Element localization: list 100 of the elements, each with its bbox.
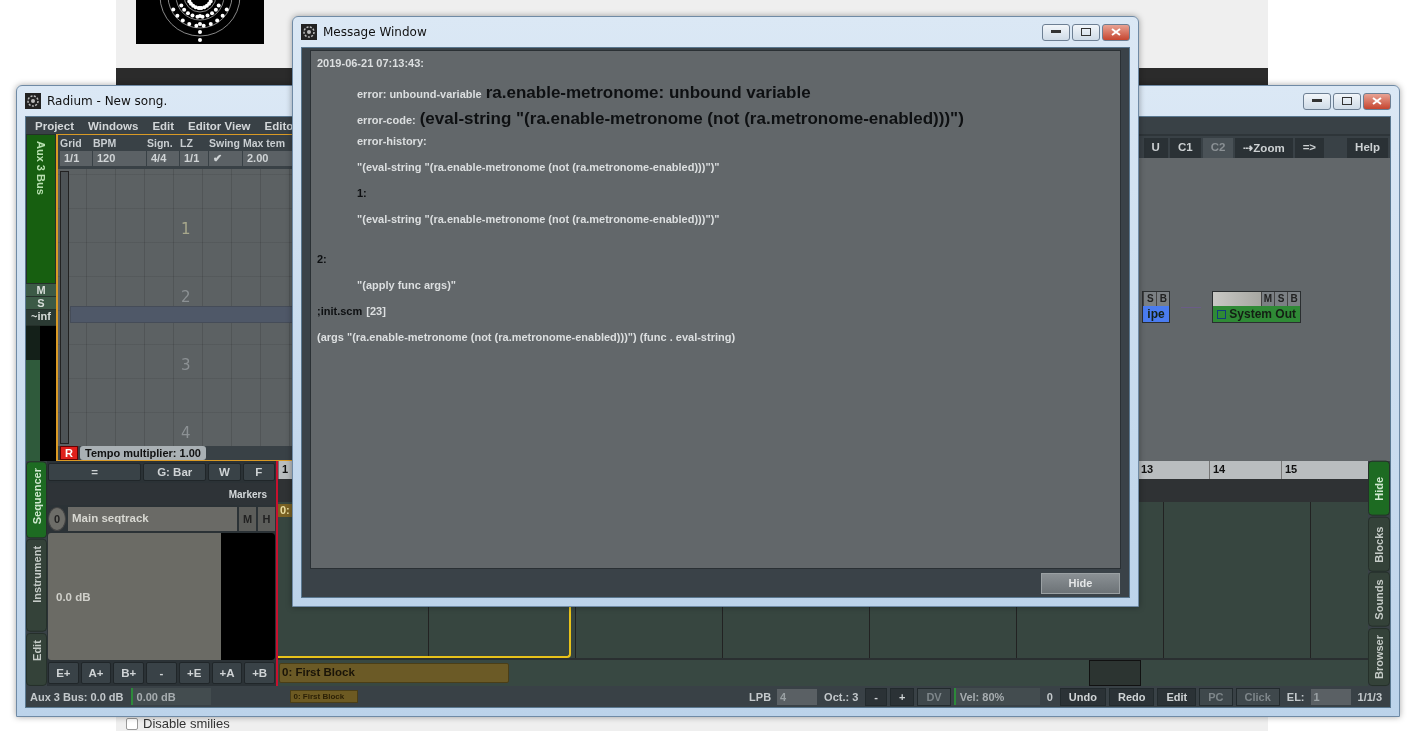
status-button[interactable]: Edit — [1157, 687, 1197, 706]
mixer-node[interactable]: M S B System Out — [1212, 291, 1301, 323]
message-text: "(apply func args)" — [357, 279, 457, 291]
track-number: 0 — [48, 507, 66, 531]
message-text: error-history: — [357, 135, 427, 147]
node-button[interactable]: M — [1261, 292, 1274, 306]
minimize-button[interactable] — [1303, 92, 1331, 110]
header-label: LZ — [180, 137, 193, 149]
side-tab[interactable]: Sounds — [1368, 572, 1390, 627]
track-name[interactable]: Main seqtrack — [68, 507, 237, 531]
maximize-button[interactable] — [1072, 23, 1100, 41]
message-text: (eval-string "(ra.enable-metronome (not (ra.metronome-enabled)))") — [419, 109, 964, 129]
minimize-icon — [1312, 99, 1322, 103]
toolbar-button[interactable]: => — [1294, 138, 1325, 158]
header-label: Swing — [209, 137, 240, 149]
line-number: 1 — [181, 220, 191, 240]
message-text: (args "(ra.enable-metronome (not (ra.metronome-enabled)))") (func . eval-string) — [317, 331, 736, 343]
menu-item[interactable]: Edit — [152, 119, 175, 132]
volume-label: ~inf — [26, 310, 56, 326]
close-icon — [1111, 28, 1121, 36]
block-button[interactable]: E+ — [48, 662, 79, 684]
status-button[interactable]: - — [865, 687, 887, 706]
aux-tab[interactable]: Aux 3 Bus — [26, 134, 56, 284]
scrollbar[interactable] — [60, 171, 69, 444]
help-button[interactable]: Help — [1347, 138, 1388, 158]
checkbox[interactable] — [126, 718, 138, 730]
node-button[interactable]: B — [1156, 292, 1170, 306]
app-icon — [25, 93, 41, 109]
toolbar-button[interactable]: F — [242, 463, 275, 481]
node-icon — [1217, 309, 1227, 319]
maximize-icon — [1081, 28, 1091, 36]
close-button[interactable] — [1363, 92, 1391, 110]
block-button[interactable]: B+ — [113, 662, 145, 684]
menu-item[interactable]: Project — [35, 119, 74, 132]
window-title: Message Window — [323, 25, 427, 39]
minimize-button[interactable] — [1042, 23, 1070, 41]
tempo-label: Tempo multiplier: 1.00 — [80, 446, 206, 460]
toolbar-button[interactable]: U — [1143, 138, 1168, 158]
message-text: 2: — [317, 253, 327, 265]
field-label: LPB — [748, 690, 773, 703]
block-button[interactable]: +B — [244, 662, 276, 684]
status-button[interactable]: Redo — [1108, 687, 1155, 706]
maximize-icon — [1342, 97, 1352, 105]
solo-button[interactable]: S — [26, 297, 56, 310]
close-icon — [1372, 97, 1382, 105]
side-tab[interactable]: Blocks — [1368, 516, 1390, 572]
toolbar-button[interactable]: W — [208, 463, 241, 481]
mixer-node[interactable]: S B ipe — [1142, 291, 1171, 323]
header-label: BPM — [93, 137, 117, 149]
side-tab[interactable]: Instrument — [26, 539, 47, 633]
header-label: Grid — [60, 137, 82, 149]
menu-item[interactable]: Editor View — [188, 119, 251, 132]
menu-item[interactable]: Edito — [264, 119, 294, 132]
status-meter[interactable]: 0.00 dB — [130, 688, 211, 705]
close-button[interactable] — [1102, 23, 1130, 41]
maximize-button[interactable] — [1333, 92, 1361, 110]
message-text: error: unbound-variable — [357, 88, 482, 100]
node-button[interactable]: S — [1274, 292, 1287, 306]
status-text: Aux 3 Bus: 0.0 dB — [29, 690, 125, 703]
node-button[interactable]: S — [1143, 292, 1157, 306]
message-text: error-code: — [357, 114, 416, 126]
header-field[interactable]: 1/1 — [60, 151, 92, 166]
header-field[interactable]: 4/4 — [147, 151, 179, 166]
toolbar-button[interactable]: = — [48, 463, 142, 481]
minimize-icon — [1051, 30, 1061, 34]
message-text: [23] — [366, 305, 386, 317]
header-label: Sign. — [147, 137, 173, 149]
status-meter[interactable]: Vel: 80% — [953, 688, 1040, 705]
toolbar-button[interactable]: ⇢Zoom — [1235, 138, 1293, 158]
markers-label: Markers — [228, 488, 267, 500]
block-button[interactable]: +E — [178, 662, 210, 684]
message-text: ra.enable-metronome: unbound variable — [485, 83, 811, 103]
block-button[interactable]: A+ — [80, 662, 112, 684]
checkbox-label: Disable smilies — [143, 717, 230, 731]
side-tab[interactable]: Browser — [1368, 627, 1390, 686]
mute-button[interactable]: M — [26, 284, 56, 297]
toolbar-button[interactable]: G: Bar — [143, 463, 207, 481]
side-tab[interactable]: Hide — [1368, 461, 1390, 516]
window-title: Radium - New song. — [47, 94, 168, 108]
status-button[interactable]: + — [890, 687, 915, 706]
status-button[interactable]: Undo — [1059, 687, 1106, 706]
app-icon — [301, 24, 317, 40]
block-button[interactable]: - — [146, 662, 177, 684]
side-tab[interactable]: Sequencer — [26, 461, 47, 539]
header-field[interactable]: 120 — [93, 151, 146, 166]
toolbar-button[interactable]: C1 — [1169, 138, 1201, 158]
block-button[interactable]: +A — [211, 662, 243, 684]
side-tab[interactable]: Edit — [26, 633, 47, 686]
header-field[interactable]: 1/1 — [180, 151, 208, 166]
header-field[interactable]: ✔ — [209, 151, 242, 166]
message-text: 1: — [357, 187, 367, 199]
node-name: System Out — [1229, 307, 1296, 321]
status-text: Oct.: 3 — [823, 690, 860, 703]
status-text: 0 — [1045, 690, 1054, 703]
node-button[interactable]: B — [1287, 292, 1300, 306]
block-clip: 0: First Block — [289, 690, 358, 703]
menu-item[interactable]: Windows — [88, 119, 139, 132]
record-button[interactable]: R — [60, 446, 78, 460]
message-text: ;init.scm — [317, 305, 363, 317]
track-volume: 0.0 dB — [55, 590, 92, 603]
